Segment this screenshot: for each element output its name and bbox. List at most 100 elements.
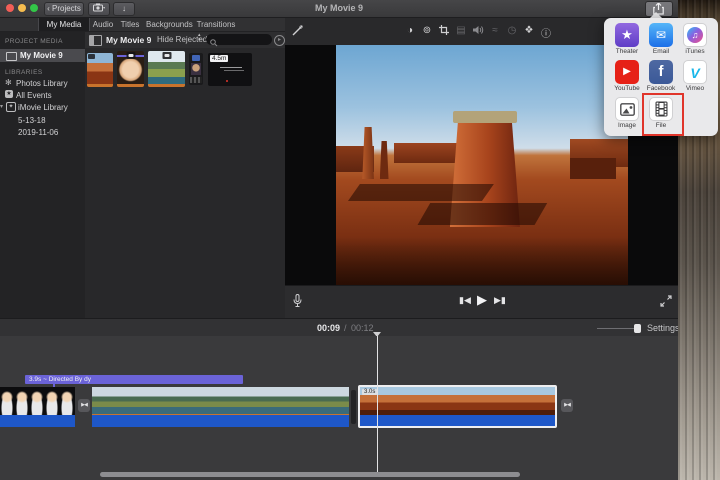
play-icon[interactable]: ▶ — [477, 292, 487, 308]
sidebar-item-event-2019-11-06[interactable]: 2019-11-06 — [0, 127, 85, 139]
share-item-vimeo[interactable]: V Vimeo — [678, 60, 712, 92]
all-events-label: All Events — [16, 91, 52, 100]
favorite-stripe — [117, 84, 144, 87]
theater-icon: ★ — [615, 23, 639, 47]
transition-icon[interactable]: ▶◀ — [561, 399, 573, 412]
tab-my-media-label: My Media — [47, 20, 82, 29]
disclosure-triangle-icon[interactable]: ▾ — [0, 103, 3, 110]
imovie-library-label: iMovie Library — [18, 103, 68, 112]
volume-icon[interactable] — [471, 25, 485, 38]
media-badge-icon — [192, 55, 200, 61]
clip-gap-handle[interactable] — [351, 390, 356, 424]
imovie-app: ‹ Projects ↓ My Movie 9 My Media Audio — [0, 0, 720, 480]
color-correction-icon[interactable]: ⊚ — [420, 25, 434, 36]
media-thumb-small-clip[interactable] — [189, 53, 203, 85]
tab-transitions[interactable]: Transitions — [196, 18, 236, 31]
search-field[interactable] — [206, 34, 272, 45]
camera-badge-icon — [126, 52, 135, 59]
skip-back-icon[interactable]: ▮◀ — [459, 295, 471, 306]
sidebar-item-photos-library[interactable]: ✻ Photos Library — [0, 78, 85, 90]
vimeo-icon: V — [683, 60, 707, 84]
settings-button[interactable]: Settings — [647, 323, 680, 333]
project-media-icon — [6, 52, 17, 61]
share-item-email[interactable]: ✉ Email — [644, 23, 678, 55]
tab-audio[interactable]: Audio — [90, 18, 116, 31]
color-balance-icon[interactable]: ◑ — [403, 25, 417, 36]
transition-icon[interactable]: ▶◀ — [78, 399, 90, 412]
filter-chevrons-icon[interactable]: ▴▾ — [198, 33, 201, 43]
tab-titles[interactable]: Titles — [118, 18, 142, 31]
timeline-clip-faces-audio[interactable] — [0, 415, 75, 427]
timeline-toolbar: 00:09 / 00:12 Settings — [0, 318, 678, 338]
sidebar-item-my-movie-9[interactable]: My Movie 9 — [0, 49, 85, 62]
source-browser-arrow-icon[interactable]: ▸ — [274, 35, 285, 46]
skip-forward-icon[interactable]: ▶▮ — [494, 295, 506, 306]
stabilization-icon[interactable]: ▤ — [454, 25, 468, 36]
enhance-wand-icon[interactable] — [291, 24, 304, 37]
mesa-mid-left — [394, 143, 458, 162]
youtube-icon: ▶ — [615, 60, 639, 84]
clip-filter-icon[interactable]: ❖ — [522, 25, 536, 36]
info-icon[interactable]: ⓘ — [539, 25, 553, 40]
canyon-clip-audio — [360, 415, 555, 426]
libraries-header: LIBRARIES — [5, 69, 43, 76]
media-thumb-portrait[interactable] — [117, 51, 144, 87]
window-titlebar: ‹ Projects ↓ My Movie 9 — [0, 0, 678, 18]
file-highlight-box — [642, 93, 684, 136]
fullscreen-icon[interactable] — [660, 295, 672, 307]
share-item-youtube[interactable]: ▶ YouTube — [610, 60, 644, 92]
timeline-clip-lake-audio[interactable] — [92, 415, 349, 427]
browser-project-name: My Movie 9 — [106, 35, 151, 45]
itunes-icon: ♫ — [683, 23, 707, 47]
playback-controls: ▮◀ ▶ ▶▮ — [285, 285, 678, 319]
record-dot — [226, 80, 228, 82]
timeline-scrollbar[interactable] — [100, 472, 520, 477]
imovie-library-icon: ✦ — [6, 102, 16, 112]
title-clip[interactable]: 3.9s ~ Directed By dy — [25, 375, 243, 384]
sidebar-item-all-events[interactable]: ★ All Events — [0, 90, 85, 102]
share-item-image[interactable]: Image — [610, 97, 644, 129]
libraries-sidebar: PROJECT MEDIA My Movie 9 LIBRARIES ✻ Pho… — [0, 32, 85, 318]
preview-frame-monument-valley — [336, 45, 628, 285]
voiceover-mic-icon[interactable] — [293, 294, 302, 308]
media-thumb-lake[interactable] — [148, 51, 185, 87]
search-icon — [210, 39, 218, 47]
mini-frame — [191, 63, 201, 75]
title-clip-label: 3.9s ~ Directed By dy — [29, 376, 91, 383]
media-browser: 4.5m — [85, 48, 285, 318]
sidebar-item-my-movie-9-label: My Movie 9 — [20, 51, 63, 60]
media-thumb-canyon[interactable] — [87, 53, 113, 87]
search-input[interactable] — [220, 35, 272, 46]
ground-shadow — [348, 184, 494, 201]
playhead-line[interactable] — [377, 336, 378, 474]
tab-my-media[interactable]: My Media — [38, 18, 90, 31]
media-thumb-dark-clip[interactable]: 4.5m — [208, 53, 252, 86]
photos-library-icon: ✻ — [5, 78, 12, 87]
tab-transitions-label: Transitions — [197, 20, 236, 29]
crop-icon[interactable] — [437, 25, 451, 38]
timeline-pane: 3.9s ~ Directed By dy ▶◀ 3.0s ▶◀ — [0, 336, 678, 480]
noise-reduction-icon[interactable]: ≈ — [488, 25, 502, 36]
speed-icon[interactable]: ◷ — [505, 25, 519, 36]
share-item-itunes[interactable]: ♫ iTunes — [678, 23, 712, 55]
current-time: 00:09 — [317, 323, 340, 333]
camera-badge-icon — [162, 52, 171, 59]
facebook-label: Facebook — [644, 85, 678, 92]
timeline-clip-lake[interactable] — [92, 387, 349, 415]
timeline-clip-canyon-selected[interactable]: 3.0s — [358, 385, 557, 428]
timeline-clip-faces[interactable] — [0, 387, 75, 415]
share-item-facebook[interactable]: f Facebook — [644, 60, 678, 92]
tab-backgrounds-label: Backgrounds — [146, 20, 193, 29]
sidebar-item-event-5-13-18[interactable]: 5-13-18 — [0, 115, 85, 127]
butte-left-tower — [362, 127, 374, 180]
crop-glyph — [439, 25, 449, 35]
sidebar-item-imovie-library[interactable]: ▾ ✦ iMovie Library — [0, 102, 85, 114]
total-duration: 00:12 — [351, 323, 374, 333]
media-tabbar: My Media Audio Titles Backgrounds Transi… — [0, 18, 285, 32]
itunes-label: iTunes — [678, 48, 712, 55]
share-item-theater[interactable]: ★ Theater — [610, 23, 644, 55]
sidebar-toggle-icon[interactable] — [89, 35, 102, 46]
zoom-slider-thumb[interactable] — [634, 324, 641, 333]
tab-titles-label: Titles — [121, 20, 140, 29]
tab-backgrounds[interactable]: Backgrounds — [146, 18, 188, 31]
